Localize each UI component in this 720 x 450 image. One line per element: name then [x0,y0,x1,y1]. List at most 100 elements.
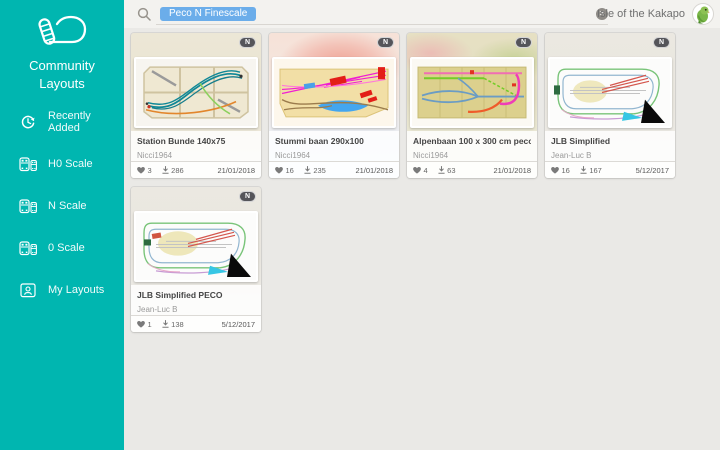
sidebar-item-recently-added[interactable]: Recently Added [0,101,124,143]
card-footer: 3 286 21/01/2018 [131,161,261,178]
likes-stat: 3 [137,166,152,175]
card-date: 5/12/2017 [222,320,255,329]
layout-thumbnail [410,57,534,128]
scale-badge: N [377,37,394,48]
likes-count: 1 [148,320,152,329]
likes-count: 4 [424,166,428,175]
card-info: JLB Simplified PECO Jean-Luc B [131,285,261,315]
scale-badge: N [239,191,256,202]
scale-badge: N [515,37,532,48]
sidebar-item-label: My Layouts [48,284,104,296]
downloads-count: 138 [171,320,184,329]
layout-card-grid: N [124,28,684,332]
search-input-underline[interactable] [156,24,608,25]
card-info: Alpenbaan 100 x 300 cm peco code Nicci19… [407,131,537,161]
rolled-track-cloud-logo-icon [36,12,88,52]
sidebar-item-label: H0 Scale [48,158,93,170]
scale-badge: N [239,37,256,48]
card-author: Nicci1964 [275,151,393,160]
download-icon [438,166,445,174]
card-footer: 16 235 21/01/2018 [269,161,399,178]
sidebar-title-line1: Community [0,57,124,75]
user-name: Isle of the Kakapo [597,8,685,20]
card-title: Station Bunde 140x75 [137,136,255,146]
sidebar-title: Community Layouts [0,57,124,93]
downloads-stat: 286 [162,166,184,175]
download-icon [580,166,587,174]
locomotives-icon [19,239,37,257]
scale-badge: N [653,37,670,48]
downloads-count: 167 [589,166,602,175]
locomotives-icon [19,155,37,173]
card-title: JLB Simplified PECO [137,290,255,300]
sidebar-item-h0-scale[interactable]: H0 Scale [0,143,124,185]
heart-icon [413,167,421,174]
sidebar-nav: Recently Added H0 Scale [0,101,124,311]
layout-thumbnail [134,57,258,128]
card-title: Stummi baan 290x100 [275,136,393,146]
sidebar: Community Layouts Recently Added [0,0,124,450]
search-filter-tag[interactable]: Peco N Finescale [160,7,256,21]
layout-card-station-bunde[interactable]: N [131,33,261,178]
topbar: Peco N Finescale ✕ Isle of the Kakapo [124,0,720,28]
downloads-stat: 167 [580,166,602,175]
locomotives-icon [19,197,37,215]
downloads-stat: 63 [438,166,456,175]
card-info: JLB Simplified Jean-Luc B [545,131,675,161]
card-author: Jean-Luc B [551,151,669,160]
card-footer: 1 138 5/12/2017 [131,315,261,332]
downloads-stat: 138 [162,320,184,329]
heart-icon [551,167,559,174]
sidebar-item-label: N Scale [48,200,87,212]
download-icon [304,166,311,174]
sidebar-item-n-scale[interactable]: N Scale [0,185,124,227]
card-info: Stummi baan 290x100 Nicci1964 [269,131,399,161]
layout-thumbnail [548,57,672,128]
downloads-count: 286 [171,166,184,175]
layout-card-jlb-simplified-peco[interactable]: N JLB Simplified PECO [131,187,261,332]
card-date: 5/12/2017 [636,166,669,175]
downloads-stat: 235 [304,166,326,175]
layout-card-jlb-simplified[interactable]: N JLB Simplified Jean-Lu [545,33,675,178]
likes-count: 16 [286,166,294,175]
card-date: 21/01/2018 [217,166,255,175]
layouts-grid-area: N [124,28,720,450]
layout-thumbnail [272,57,396,128]
card-title: JLB Simplified [551,136,669,146]
card-date: 21/01/2018 [493,166,531,175]
sidebar-header-community-layouts[interactable]: Community Layouts [0,0,124,93]
download-icon [162,166,169,174]
history-icon [19,113,37,131]
likes-stat: 16 [551,166,570,175]
card-author: Nicci1964 [413,151,531,160]
card-footer: 16 167 5/12/2017 [545,161,675,178]
sidebar-item-0-scale[interactable]: 0 Scale [0,227,124,269]
card-author: Jean-Luc B [137,305,255,314]
downloads-count: 235 [313,166,326,175]
heart-icon [137,167,145,174]
layout-card-stummi-baan[interactable]: N [269,33,399,178]
layout-card-alpenbaan[interactable]: N [407,33,537,178]
heart-icon [137,321,145,328]
search-icon [137,7,151,21]
sidebar-title-line2: Layouts [0,75,124,93]
avatar [692,3,714,25]
downloads-count: 63 [447,166,455,175]
download-icon [162,320,169,328]
my-layouts-icon [19,281,37,299]
likes-count: 3 [148,166,152,175]
layout-thumbnail [134,211,258,282]
sidebar-item-label: Recently Added [48,110,124,134]
user-account-area[interactable]: Isle of the Kakapo [597,0,714,28]
likes-stat: 1 [137,320,152,329]
card-date: 21/01/2018 [355,166,393,175]
sidebar-item-my-layouts[interactable]: My Layouts [0,269,124,311]
likes-stat: 16 [275,166,294,175]
card-footer: 4 63 21/01/2018 [407,161,537,178]
card-info: Station Bunde 140x75 Nicci1964 [131,131,261,161]
card-author: Nicci1964 [137,151,255,160]
card-title: Alpenbaan 100 x 300 cm peco code [413,136,531,146]
likes-stat: 4 [413,166,428,175]
sidebar-item-label: 0 Scale [48,242,85,254]
heart-icon [275,167,283,174]
